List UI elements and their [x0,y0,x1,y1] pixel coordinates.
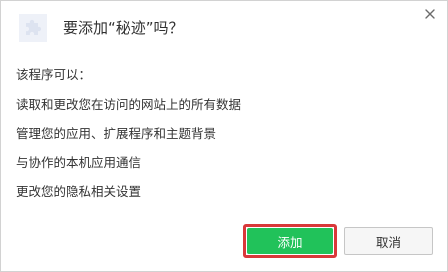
permission-item: 读取和更改您在访问的网站上的所有数据 [16,97,242,112]
permissions-list: 读取和更改您在访问的网站上的所有数据 管理您的应用、扩展程序和主题背景 与协作的… [16,96,241,212]
permission-item: 管理您的应用、扩展程序和主题背景 [16,126,217,141]
puzzle-piece-icon [19,14,47,42]
permission-item: 更改您的隐私相关设置 [16,184,142,199]
extension-install-dialog: 要添加“秘迹”吗？ 该程序可以： 读取和更改您在访问的网站上的所有数据 管理您的… [0,0,448,272]
cancel-button[interactable]: 取消 [344,227,433,255]
dialog-title: 要添加“秘迹”吗？ [63,19,184,37]
permissions-heading: 该程序可以： [16,67,92,82]
close-icon[interactable] [422,6,438,22]
add-button[interactable]: 添加 [247,228,333,254]
permission-item: 与协作的本机应用通信 [16,155,142,170]
